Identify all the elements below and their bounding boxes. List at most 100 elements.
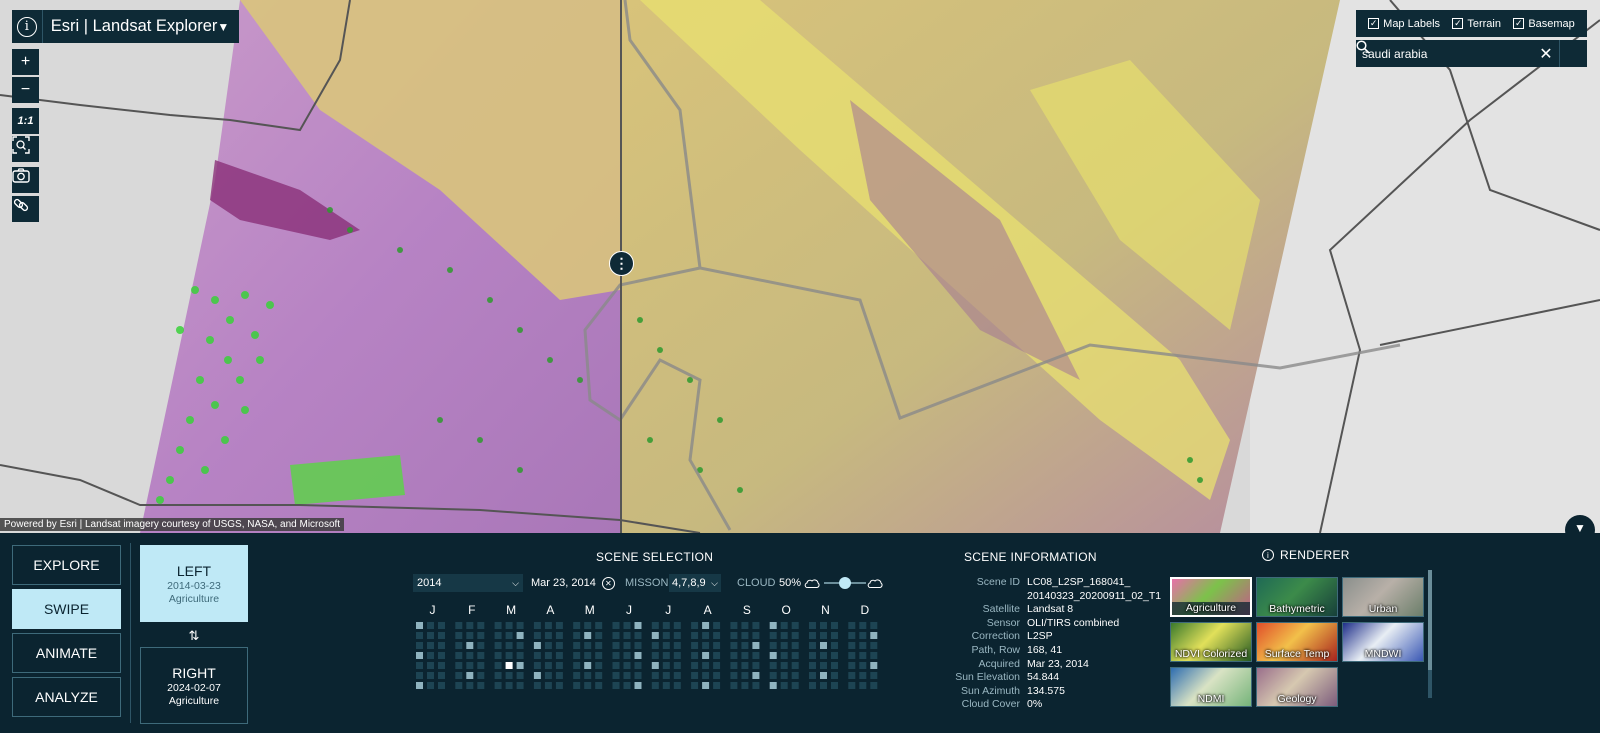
calendar-day[interactable] — [573, 642, 581, 649]
calendar-day[interactable] — [691, 662, 699, 669]
calendar-day[interactable] — [831, 652, 838, 659]
swap-sides-button[interactable]: ⇅ — [140, 628, 248, 644]
calendar-day[interactable] — [438, 672, 445, 679]
calendar-day[interactable] — [455, 662, 463, 669]
calendar-day[interactable] — [438, 642, 445, 649]
calendar-day[interactable] — [870, 662, 878, 669]
calendar-day[interactable] — [477, 642, 485, 649]
calendar-day[interactable] — [555, 642, 563, 649]
calendar-day[interactable] — [634, 622, 642, 629]
calendar-day[interactable] — [555, 682, 563, 689]
basemap-toggle[interactable]: ✓ Basemap — [1513, 18, 1575, 30]
mission-select[interactable]: 4,7,8,9 ⌵ — [669, 574, 721, 592]
calendar-day[interactable] — [505, 682, 513, 689]
calendar-day[interactable] — [466, 632, 474, 639]
calendar-day[interactable] — [651, 672, 659, 679]
swipe-right-selector[interactable]: RIGHT 2024-02-07 Agriculture — [140, 647, 248, 724]
calendar-day[interactable] — [662, 662, 670, 669]
zoom-in-button[interactable]: + — [12, 49, 39, 75]
calendar-day[interactable] — [780, 662, 788, 669]
scrollbar-thumb[interactable] — [1428, 570, 1432, 670]
calendar-day[interactable] — [533, 682, 541, 689]
renderer-ndvi-colorized[interactable]: NDVI Colorized — [1170, 622, 1252, 662]
calendar-day[interactable] — [691, 652, 699, 659]
calendar-day[interactable] — [831, 682, 838, 689]
calendar-day[interactable] — [780, 682, 788, 689]
calendar-day[interactable] — [662, 682, 670, 689]
calendar-day[interactable] — [831, 622, 838, 629]
calendar-day[interactable] — [634, 652, 642, 659]
calendar-day[interactable] — [612, 622, 620, 629]
calendar-day[interactable] — [702, 622, 710, 629]
zoom-extent-button[interactable] — [12, 136, 39, 162]
renderer-scrollbar[interactable] — [1428, 570, 1432, 698]
calendar-day[interactable] — [769, 662, 777, 669]
calendar-day[interactable] — [752, 652, 760, 659]
calendar-day[interactable] — [870, 682, 878, 689]
calendar-day[interactable] — [752, 662, 760, 669]
calendar-day[interactable] — [516, 642, 524, 649]
calendar-day[interactable] — [713, 652, 721, 659]
calendar-day[interactable] — [455, 652, 463, 659]
calendar-day[interactable] — [702, 672, 710, 679]
calendar-day[interactable] — [505, 672, 513, 679]
calendar-day[interactable] — [702, 652, 710, 659]
terrain-toggle[interactable]: ✓ Terrain — [1452, 18, 1501, 30]
calendar-day[interactable] — [494, 672, 502, 679]
calendar-day[interactable] — [438, 632, 445, 639]
calendar-day[interactable] — [612, 642, 620, 649]
calendar-day[interactable] — [673, 682, 681, 689]
calendar-day[interactable] — [494, 652, 502, 659]
calendar-day[interactable] — [662, 672, 670, 679]
map-view[interactable]: i Esri | Landsat Explorer ▼ + − 1:1 ✓ Map… — [0, 0, 1600, 533]
info-icon[interactable]: i — [1262, 549, 1274, 561]
calendar-day[interactable] — [427, 632, 434, 639]
calendar-day[interactable] — [533, 662, 541, 669]
calendar-day[interactable] — [623, 682, 631, 689]
calendar-day[interactable] — [752, 672, 760, 679]
calendar-day[interactable] — [769, 632, 777, 639]
calendar-day[interactable] — [427, 642, 434, 649]
calendar-day[interactable] — [427, 652, 434, 659]
calendar-day[interactable] — [859, 672, 867, 679]
calendar-day[interactable] — [477, 622, 485, 629]
calendar-day[interactable] — [780, 672, 788, 679]
calendar-day[interactable] — [791, 662, 799, 669]
calendar-day[interactable] — [870, 652, 878, 659]
calendar-day[interactable] — [848, 622, 856, 629]
calendar-day[interactable] — [455, 632, 463, 639]
calendar-day[interactable] — [544, 672, 552, 679]
calendar-day[interactable] — [455, 622, 463, 629]
calendar-day[interactable] — [769, 642, 777, 649]
calendar-day[interactable] — [791, 672, 799, 679]
calendar-day[interactable] — [741, 662, 749, 669]
calendar-day[interactable] — [427, 622, 434, 629]
calendar-day[interactable] — [870, 672, 878, 679]
calendar-day[interactable] — [595, 662, 603, 669]
calendar-day[interactable] — [730, 662, 738, 669]
calendar-day[interactable] — [673, 642, 681, 649]
copy-link-button[interactable] — [12, 196, 39, 222]
calendar-day[interactable] — [416, 642, 423, 649]
calendar-day[interactable] — [612, 662, 620, 669]
calendar-day[interactable] — [544, 642, 552, 649]
calendar-day[interactable] — [769, 682, 777, 689]
calendar-day[interactable] — [516, 632, 524, 639]
calendar-day[interactable] — [477, 632, 485, 639]
calendar-day[interactable] — [416, 622, 423, 629]
calendar-day[interactable] — [730, 652, 738, 659]
calendar-day[interactable] — [651, 682, 659, 689]
calendar-day[interactable] — [595, 622, 603, 629]
calendar-day[interactable] — [595, 682, 603, 689]
calendar-day[interactable] — [555, 662, 563, 669]
calendar-day[interactable] — [741, 652, 749, 659]
calendar-day[interactable] — [673, 652, 681, 659]
calendar-day[interactable] — [416, 632, 423, 639]
calendar-day[interactable] — [573, 682, 581, 689]
renderer-mndwi[interactable]: MNDWI — [1342, 622, 1424, 662]
swipe-left-selector[interactable]: LEFT 2014-03-23 Agriculture — [140, 545, 248, 622]
cloud-slider-track[interactable] — [804, 574, 884, 592]
calendar-day[interactable] — [673, 622, 681, 629]
calendar-day[interactable] — [820, 662, 827, 669]
calendar-day[interactable] — [691, 682, 699, 689]
